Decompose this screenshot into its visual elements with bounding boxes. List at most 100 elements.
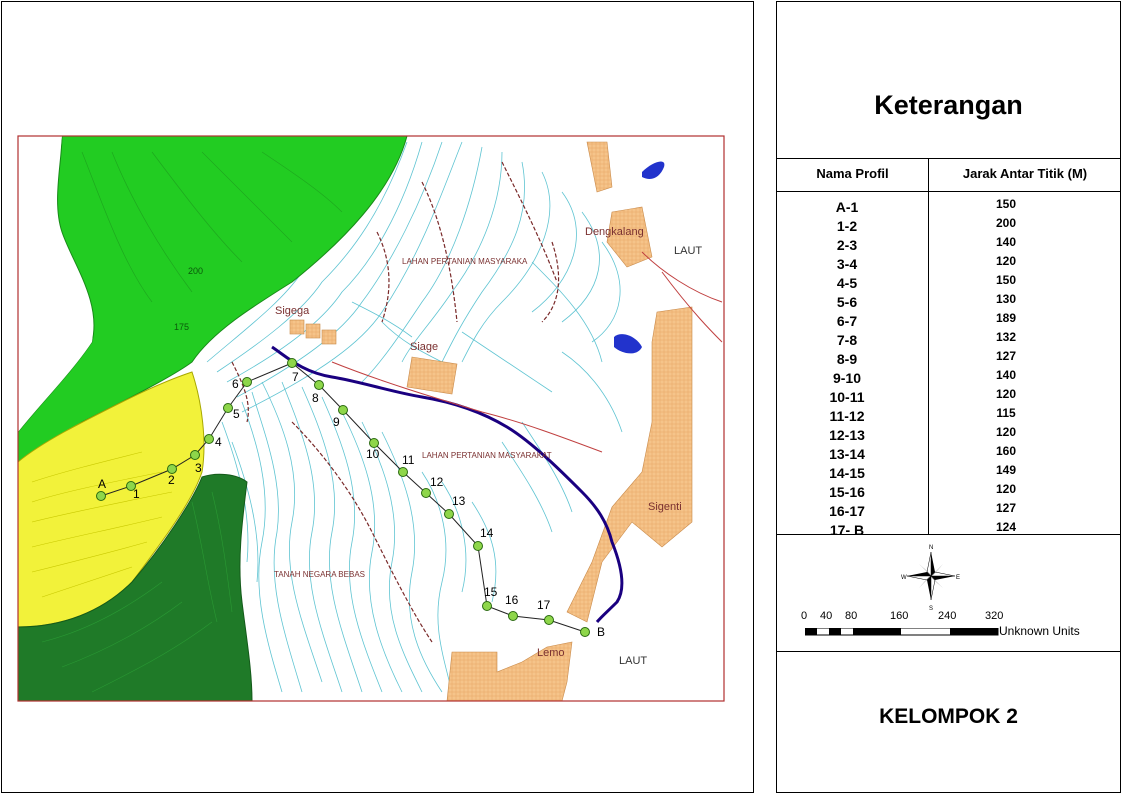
table-row: 9-10 140 [777,368,1120,387]
column-header-distance: Jarak Antar Titik (M) [962,166,1088,181]
route-point-label: 11 [402,453,415,467]
column-header-name: Nama Profil [816,166,889,181]
profile-distance: 120 [995,387,1017,401]
profile-name: 5-6 [836,294,858,310]
compass-w: W [901,575,907,581]
route-point [473,541,483,551]
profile-name: 16-17 [829,503,865,519]
table-row: 8-9 127 [777,349,1120,368]
label-laut-bottom: LAUT [619,655,647,667]
label-lemo: Lemo [537,647,565,659]
group-name: KELOMPOK 2 [879,705,1018,728]
profile-name: 17- B [829,522,865,538]
profile-distance: 140 [995,368,1017,382]
route-point-label: B [597,625,605,639]
route-point-label: 5 [233,407,240,421]
table-row: 14-15 149 [777,463,1120,482]
profile-distance: 132 [995,330,1017,344]
label-dengkalang: Dengkalang [585,226,644,238]
route-point-label: 17 [537,598,551,612]
route-point-label: 14 [480,526,494,540]
profile-name: 11-12 [829,408,865,424]
profile-distance: 115 [996,406,1016,420]
profile-distance: 127 [995,501,1017,515]
route-point [338,405,348,415]
table-row: 2-3 140 [777,235,1120,254]
scale-units: Unknown Units [999,624,1080,638]
table-row: 16-17 127 [777,501,1120,520]
map-frame: A 1 2 3 4 5 6 7 8 9 10 11 12 13 14 15 16 17 B Sigega Siage… [1,1,754,793]
label-tanah-negara: TANAH NEGARA BEBAS [274,570,365,579]
profile-distance: 200 [995,216,1017,230]
profile-distance: 140 [995,235,1017,249]
route-point [508,611,518,621]
profile-distance: 120 [995,425,1017,439]
profile-name: 12-13 [829,427,865,443]
table-row: 3-4 120 [777,254,1120,273]
distance-table: A-1 150 1-2 200 2-3 140 3-4 120 4-5 150 5-6 130 6-7 1… [777,197,1120,539]
route-point-label: 7 [292,370,299,384]
route-point-label: 4 [215,435,222,449]
scale-label-80: 80 [845,610,858,622]
route-point [398,467,408,477]
table-header-rule [777,191,1120,192]
scale-label-0: 0 [801,610,808,622]
profile-name: 13-14 [829,446,865,462]
route-point-label: 15 [484,585,498,599]
label-laut-top: LAUT [674,245,702,257]
legend-title: Keterangan [874,90,1023,120]
table-row: 13-14 160 [777,444,1120,463]
route-point-label: 1 [133,487,140,501]
label-siage: Siage [410,341,438,353]
table-row: 5-6 130 [777,292,1120,311]
route-point-label: 13 [452,494,466,508]
profile-name: 2-3 [836,237,858,253]
route-point-label: A [98,477,106,491]
profile-distance: 120 [995,254,1017,268]
scale-label-320: 320 [985,610,1004,622]
compass-rose-icon: N S E W [901,545,960,612]
scale-bar [805,628,999,636]
route-point [421,488,431,498]
profile-distance: 127 [995,349,1017,363]
route-point [444,509,454,519]
scale-label-240: 240 [938,610,957,622]
profile-distance: 120 [995,482,1017,496]
map-canvas: A123456 78910 111213141516 17B Sigega Siage… [17,135,725,702]
label-sigega: Sigega [275,305,310,317]
table-row: 4-5 150 [777,273,1120,292]
route-point [204,434,214,444]
route-point-label: 9 [333,415,340,429]
profile-name: 6-7 [836,313,858,329]
profile-name: 3-4 [836,256,858,272]
legend-panel: Keterangan Nama Profil Jarak Antar Titik… [776,1,1121,793]
scale-bottom-rule [777,651,1120,652]
profile-name: 7-8 [836,332,858,348]
profile-name: 1-2 [836,218,858,234]
route-point [223,403,233,413]
label-lahan-2: LAHAN PERTANIAN MASYARAKAT [422,451,552,460]
route-point [544,615,554,625]
table-row: 12-13 120 [777,425,1120,444]
profile-distance: 160 [995,444,1017,458]
scale-label-40: 40 [820,610,833,622]
table-row: 11-12 115 [777,406,1120,425]
table-row: 15-16 120 [777,482,1120,501]
profile-distance: 149 [995,463,1017,477]
table-row: 6-7 189 [777,311,1120,330]
route-point-label: 2 [168,473,175,487]
profile-name: 15-16 [829,484,865,500]
route-point-label: 10 [366,447,380,461]
profile-distance: 150 [995,197,1017,211]
profile-distance: 124 [995,520,1017,534]
route-point [482,601,492,611]
profile-distance: 189 [995,311,1017,325]
route-point-label: 3 [195,461,202,475]
route-point-label: 16 [505,593,519,607]
route-point [242,377,252,387]
table-row: A-1 150 [777,197,1120,216]
table-row: 10-11 120 [777,387,1120,406]
route-point [580,627,590,637]
compass-e: E [956,575,960,581]
profile-name: 14-15 [829,465,865,481]
